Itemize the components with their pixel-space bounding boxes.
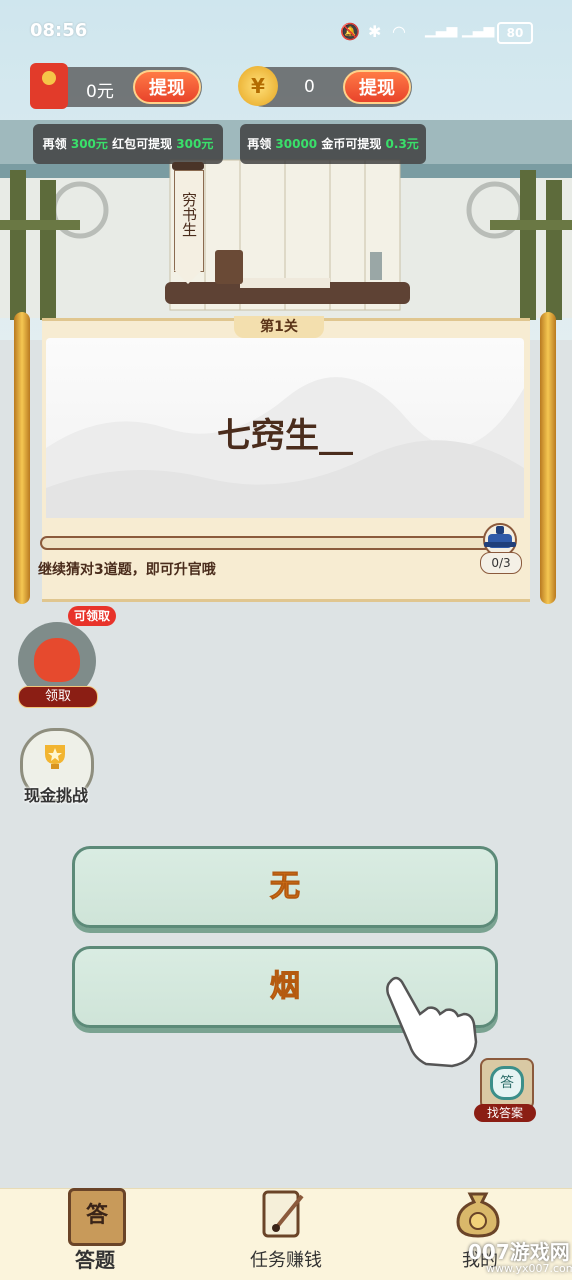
- claim-reward-button[interactable]: 可领取 领取: [16, 606, 116, 710]
- cash-challenge-button[interactable]: 现金挑战: [16, 726, 96, 810]
- coin-tip: 再领 30000 金币可提现 0.3元: [240, 124, 426, 164]
- claim-badge: 可领取: [68, 606, 116, 626]
- level-hint: 继续猜对3道题，即可升官哦: [38, 562, 216, 578]
- bluetooth-icon: ✱: [368, 22, 382, 41]
- answer-scroll-icon: 答: [68, 1188, 126, 1246]
- lucky-bag-icon: [34, 638, 80, 682]
- find-answer-button[interactable]: 答 找答案: [474, 1056, 536, 1124]
- title-banner: 穷书生: [170, 162, 206, 286]
- wifi-icon: ◠: [392, 22, 406, 41]
- redpacket-balance: 0元: [86, 82, 114, 102]
- coin-balance: 0: [304, 77, 315, 97]
- nav-item-answer[interactable]: 答 答题: [50, 1188, 140, 1279]
- status-time: 08:56: [30, 20, 88, 41]
- signal-icon: ▁▃▅: [425, 22, 458, 38]
- mute-icon: 🔕: [340, 22, 360, 41]
- redpacket-tip: 再领 300元 红包可提现 300元: [33, 124, 223, 164]
- nav-item-tasks[interactable]: 任务赚钱: [236, 1188, 336, 1279]
- answer-option-1[interactable]: 无: [72, 846, 498, 928]
- nav-label-tasks: 任务赚钱: [250, 1250, 322, 1271]
- scroll-rod-left: [14, 312, 30, 604]
- trophy-icon: [40, 742, 70, 772]
- banner-text: 穷书生: [180, 192, 198, 237]
- nav-label-answer: 答题: [75, 1248, 115, 1272]
- pointing-hand-icon: [380, 970, 480, 1070]
- progress-count: 0/3: [480, 552, 522, 574]
- scroll-rod-right: [540, 312, 556, 604]
- find-answer-label: 找答案: [474, 1104, 536, 1122]
- cash-challenge-label: 现金挑战: [23, 786, 88, 805]
- level-progress-bar: [40, 536, 494, 550]
- watermark: 007游戏网: [468, 1240, 570, 1264]
- brush-note-icon: [262, 1188, 306, 1240]
- battery-icon: 80: [497, 22, 533, 44]
- redpacket-icon: [30, 63, 68, 109]
- watermark-url: www.yx007.com: [486, 1262, 572, 1275]
- money-bag-icon: [452, 1188, 504, 1240]
- signal-2-icon: ▁▃▅: [462, 22, 495, 38]
- redpacket-withdraw-button[interactable]: 提现: [133, 70, 201, 104]
- magnifier-icon: 答: [490, 1066, 524, 1100]
- claim-label: 领取: [18, 686, 98, 708]
- gold-coin-icon: ¥: [238, 66, 278, 106]
- level-label: 第1关: [234, 316, 324, 338]
- coin-withdraw-button[interactable]: 提现: [343, 70, 411, 104]
- question-text: 七窍生__: [217, 416, 353, 456]
